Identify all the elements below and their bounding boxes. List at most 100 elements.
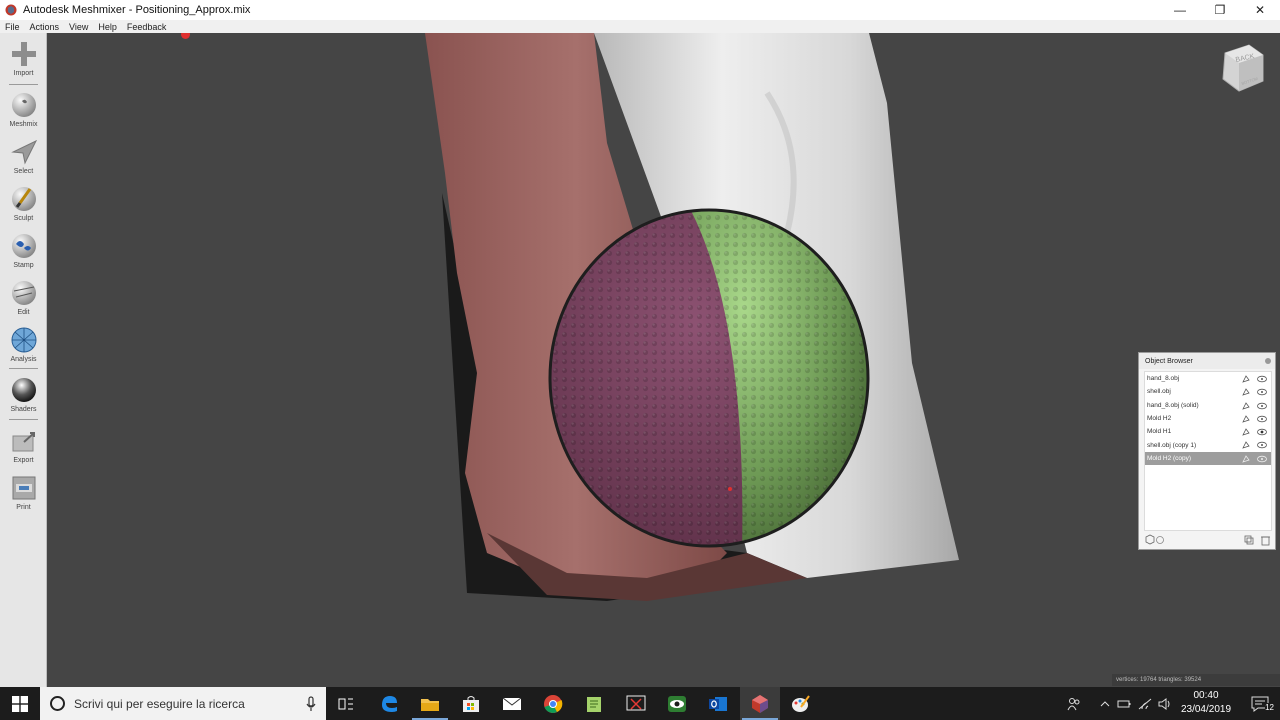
object-row-mold-h1[interactable]: Mold H1	[1145, 425, 1271, 438]
notification-count: 12	[1265, 703, 1274, 712]
show-hidden-icons-button[interactable]	[1096, 687, 1114, 720]
trash-icon[interactable]	[1261, 536, 1270, 546]
duplicate-icon[interactable]	[1244, 535, 1254, 545]
close-button[interactable]: ✕	[1240, 0, 1280, 20]
menu-feedback[interactable]: Feedback	[122, 22, 172, 32]
store-button[interactable]	[451, 687, 491, 720]
pivot-icon[interactable]	[1242, 428, 1250, 436]
toolbar-divider	[9, 419, 38, 420]
clock-time: 00:40	[1193, 690, 1219, 701]
edit-label: Edit	[17, 309, 30, 316]
chevron-up-icon	[1100, 700, 1110, 706]
eye-icon[interactable]	[1257, 441, 1267, 449]
start-button[interactable]	[0, 687, 40, 720]
people-button[interactable]	[1062, 687, 1086, 720]
pivot-icon[interactable]	[1242, 441, 1250, 450]
menu-actions[interactable]: Actions	[25, 22, 65, 32]
settings-icon[interactable]	[1156, 536, 1164, 544]
analysis-label: Analysis	[10, 356, 37, 363]
export-tool[interactable]: Export	[0, 426, 47, 464]
object-browser-footer	[1145, 534, 1270, 546]
task-view-button[interactable]	[326, 687, 366, 720]
pivot-icon[interactable]	[1242, 388, 1250, 396]
object-row-shell-copy[interactable]: shell.obj (copy 1)	[1145, 438, 1271, 451]
toolbar-divider	[9, 84, 38, 85]
meshmixer-taskbar-button[interactable]	[740, 687, 780, 720]
microphone-icon[interactable]	[306, 696, 316, 712]
meshmixer-icon	[752, 694, 768, 713]
edit-sphere-icon	[9, 278, 39, 308]
pivot-icon[interactable]	[1242, 455, 1250, 463]
restore-button[interactable]: ❐	[1200, 0, 1240, 20]
mail-button[interactable]	[492, 687, 532, 720]
stamp-label: Stamp	[13, 262, 34, 269]
object-row-mold-h2[interactable]: Mold H2	[1145, 412, 1271, 425]
eye-icon[interactable]	[1257, 402, 1267, 410]
print-tool[interactable]: Print	[0, 473, 47, 511]
pivot-icon[interactable]	[1242, 375, 1250, 383]
windows-logo-icon	[12, 695, 28, 712]
pivot-icon[interactable]	[1242, 415, 1250, 423]
object-browser-header: Object Browser	[1139, 353, 1275, 369]
stamp-tool[interactable]: Stamp	[0, 231, 47, 269]
speaker-icon	[1158, 697, 1170, 710]
snipping-button[interactable]	[616, 687, 656, 720]
arrow-cursor-icon	[9, 137, 39, 167]
object-row-shell[interactable]: shell.obj	[1145, 385, 1271, 398]
outlook-button[interactable]	[698, 687, 738, 720]
system-clock[interactable]: 00:40 23/04/2019	[1176, 689, 1236, 717]
battery-icon	[1117, 700, 1131, 707]
object-name: hand_8.obj (solid)	[1147, 401, 1199, 409]
windows-taskbar: Scrivi qui per eseguire la ricerca 00:40…	[0, 687, 1280, 720]
file-explorer-button[interactable]	[410, 687, 450, 720]
object-browser-title: Object Browser	[1145, 357, 1193, 365]
eye-icon[interactable]	[1257, 388, 1267, 396]
mesh-stats: vertices: 19764 triangles: 39524	[1112, 674, 1280, 686]
toolbar-divider	[9, 368, 38, 369]
shaders-tool[interactable]: Shaders	[0, 375, 47, 413]
edge-button[interactable]	[369, 687, 409, 720]
add-object-icon[interactable]	[1145, 534, 1155, 545]
analysis-tool[interactable]: Analysis	[0, 325, 47, 363]
snipping-tool-icon	[626, 695, 646, 710]
object-row-hand[interactable]: hand_8.obj	[1145, 372, 1271, 385]
brush-sphere-icon	[9, 184, 39, 214]
menu-view[interactable]: View	[64, 22, 93, 32]
menu-help[interactable]: Help	[93, 22, 122, 32]
select-tool[interactable]: Select	[0, 137, 47, 175]
panel-close-icon[interactable]	[1265, 358, 1271, 364]
sculpt-tool[interactable]: Sculpt	[0, 184, 47, 222]
paint-button[interactable]	[781, 687, 821, 720]
meshmix-label: Meshmix	[9, 121, 38, 128]
edit-tool[interactable]: Edit	[0, 278, 47, 316]
eye-icon[interactable]	[1257, 428, 1267, 436]
export-label: Export	[13, 457, 34, 464]
chrome-button[interactable]	[533, 687, 573, 720]
3d-viewport[interactable]: BACK BOTTOM	[47, 33, 1280, 687]
menu-bar: File Actions View Help Feedback	[0, 20, 1280, 33]
notepad-plus-icon	[587, 696, 601, 712]
object-row-mold-h2-copy[interactable]: Mold H2 (copy)	[1145, 451, 1271, 466]
meshmix-tool[interactable]: Meshmix	[0, 90, 47, 128]
pivot-icon[interactable]	[1242, 401, 1250, 410]
eye-icon[interactable]	[1257, 375, 1267, 383]
shaders-label: Shaders	[10, 406, 37, 413]
wifi-button[interactable]	[1136, 687, 1154, 720]
volume-button[interactable]	[1156, 687, 1174, 720]
import-tool[interactable]: Import	[0, 39, 47, 77]
app-eye-button[interactable]	[657, 687, 697, 720]
shader-sphere-icon	[9, 375, 39, 405]
eye-icon[interactable]	[1257, 455, 1267, 463]
taskbar-search[interactable]: Scrivi qui per eseguire la ricerca	[40, 687, 326, 720]
view-cube[interactable]: BACK BOTTOM	[1219, 43, 1265, 93]
battery-button[interactable]	[1116, 687, 1132, 720]
editor-button[interactable]	[574, 687, 614, 720]
mesh-scene[interactable]	[47, 33, 1280, 687]
search-placeholder: Scrivi qui per eseguire la ricerca	[74, 696, 245, 711]
printer-icon	[9, 473, 39, 503]
object-row-hand-solid[interactable]: hand_8.obj (solid)	[1145, 399, 1271, 412]
eye-icon[interactable]	[1257, 415, 1267, 423]
edge-icon	[382, 695, 397, 712]
minimize-button[interactable]: —	[1160, 0, 1200, 20]
menu-file[interactable]: File	[0, 22, 25, 32]
